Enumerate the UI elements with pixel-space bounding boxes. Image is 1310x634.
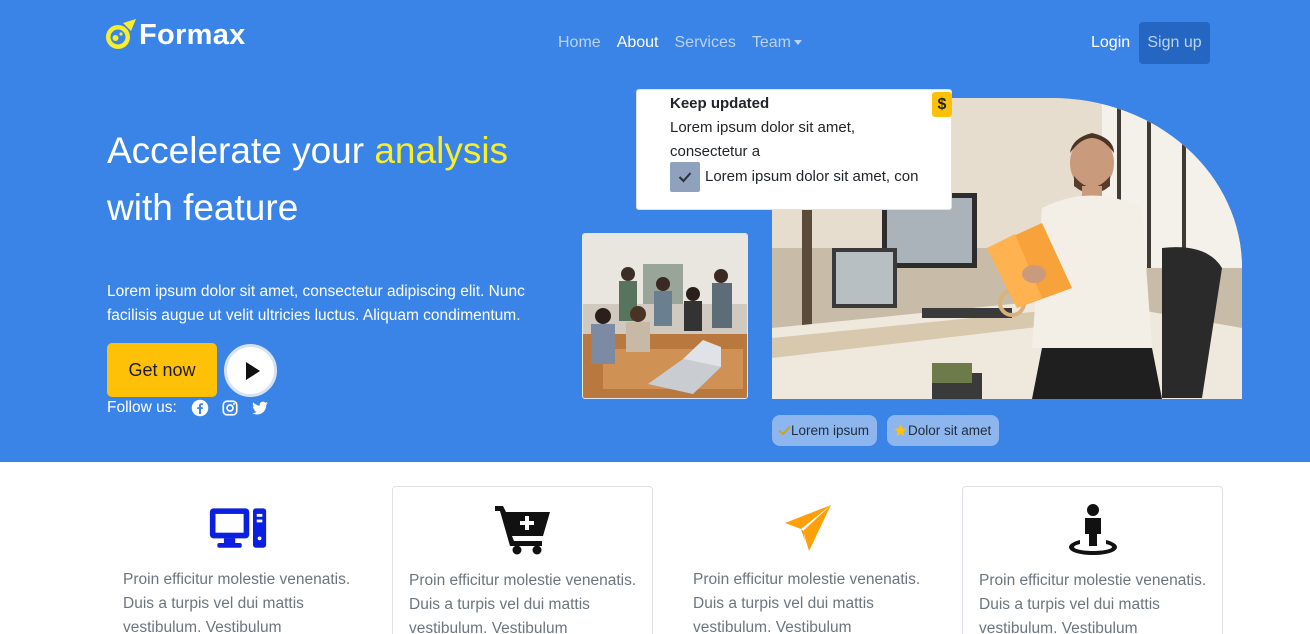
- headline-part2: with feature: [107, 187, 299, 228]
- feature-text: Proin efficitur molestie venenatis. Duis…: [979, 572, 1207, 634]
- follow-label: Follow us:: [107, 399, 177, 416]
- card-title: Keep updated: [670, 95, 770, 112]
- check-icon: [678, 172, 692, 183]
- feature-text: Proin efficitur molestie venenatis. Duis…: [693, 571, 921, 634]
- pill-dolor-sit-amet: Dolor sit amet: [887, 415, 1000, 446]
- street-view-icon: [1063, 503, 1123, 555]
- headline-part1: Accelerate your: [107, 130, 375, 171]
- feature-card-2: Proin efficitur molestie venenatis. Duis…: [392, 486, 653, 634]
- get-now-button[interactable]: Get now: [107, 343, 217, 397]
- social-links: [191, 399, 269, 417]
- paper-plane-icon: [778, 502, 838, 554]
- login-link[interactable]: Login: [1091, 34, 1130, 52]
- card-text: Lorem ipsum dolor sit amet, consectetur …: [670, 119, 856, 160]
- feature-text: Proin efficitur molestie venenatis. Duis…: [123, 571, 351, 634]
- hero-section: Formax Home About Services Team Login Si…: [0, 0, 1310, 462]
- card-checkbox-label: Lorem ipsum dolor sit amet, con: [705, 168, 919, 185]
- pill-label: Dolor sit amet: [908, 423, 992, 438]
- brand-logo[interactable]: Formax: [103, 18, 246, 52]
- pill-lorem-ipsum: Lorem ipsum: [772, 415, 878, 446]
- feature-text: Proin efficitur molestie venenatis. Duis…: [409, 572, 637, 634]
- pill-label: Lorem ipsum: [791, 423, 870, 438]
- team-meeting-photo: [582, 233, 748, 399]
- twitter-icon[interactable]: [251, 399, 269, 417]
- play-icon: [245, 361, 260, 380]
- desktop-icon: [208, 502, 268, 554]
- feature-card-4: Proin efficitur molestie venenatis. Duis…: [962, 486, 1223, 634]
- meteor-icon: [106, 19, 136, 49]
- keep-updated-card: Keep updated Lorem ipsum dolor sit amet,…: [636, 89, 952, 210]
- check-icon: [778, 425, 791, 436]
- nav-about[interactable]: About: [617, 34, 659, 52]
- nav-team-dropdown[interactable]: Team: [752, 34, 802, 52]
- feature-card-3: Proin efficitur molestie venenatis. Duis…: [677, 486, 938, 634]
- hero-headline: Accelerate your analysis with feature: [107, 122, 567, 236]
- facebook-icon[interactable]: [191, 399, 209, 417]
- nav-team-label: Team: [751, 34, 791, 51]
- hero-lead-text: Lorem ipsum dolor sit amet, consectetur …: [107, 283, 525, 324]
- dollar-badge: $: [932, 92, 952, 117]
- brand-name: Formax: [139, 18, 246, 51]
- main-nav: Home About Services Team: [558, 34, 802, 52]
- feature-card-1: Proin efficitur molestie venenatis. Duis…: [107, 486, 368, 634]
- follow-us: Follow us:: [107, 399, 269, 417]
- instagram-icon[interactable]: [221, 399, 239, 417]
- headline-accent: analysis: [374, 130, 509, 171]
- signup-button[interactable]: Sign up: [1139, 22, 1210, 64]
- card-checkbox[interactable]: [670, 162, 700, 192]
- nav-home[interactable]: Home: [558, 34, 601, 52]
- nav-services[interactable]: Services: [675, 34, 736, 52]
- star-icon: [894, 424, 907, 437]
- caret-down-icon: [793, 40, 802, 46]
- cart-plus-icon: [493, 503, 553, 555]
- play-video-button[interactable]: [224, 344, 277, 397]
